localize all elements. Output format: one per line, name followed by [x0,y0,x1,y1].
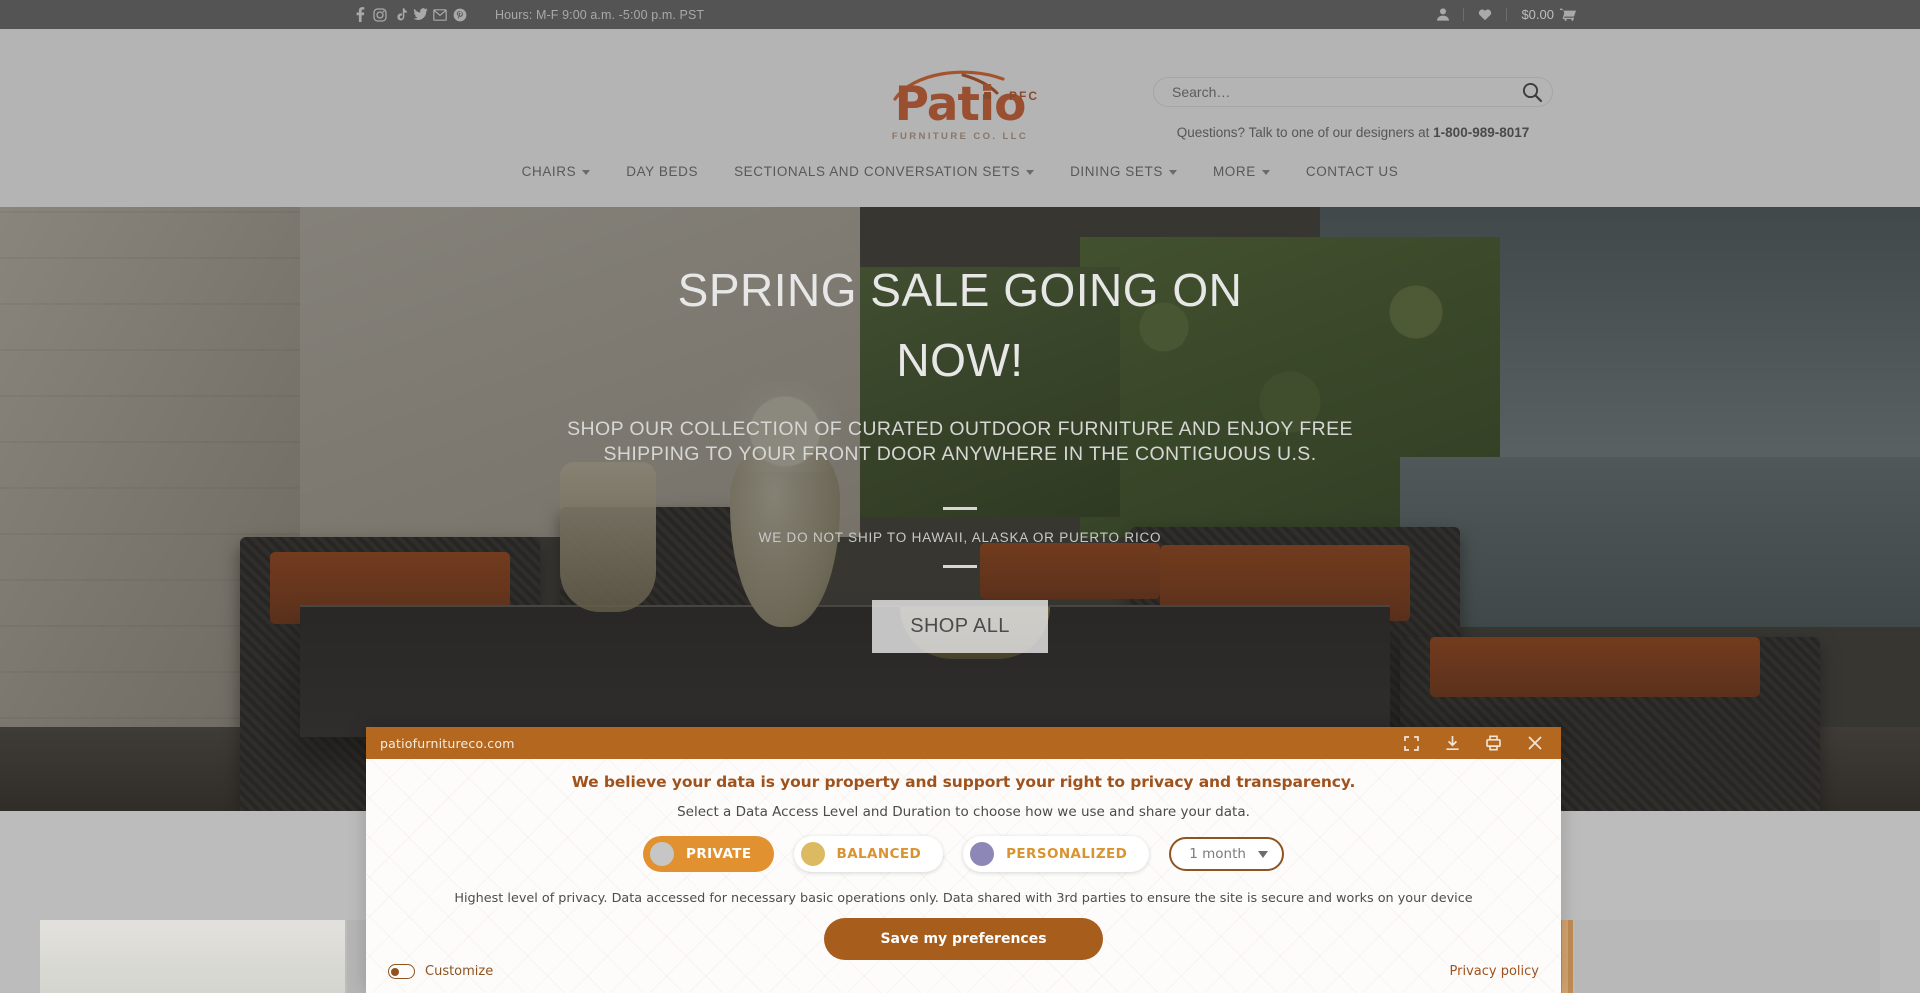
cart-total: $0.00 [1521,7,1554,22]
nav-item-more[interactable]: MORE [1195,164,1288,179]
logo-subtitle: FURNITURE CO. LLC [891,131,1029,142]
hero-banner: SPRING SALE GOING ON NOW! SHOP OUR COLLE… [0,207,1920,811]
shop-all-button[interactable]: SHOP ALL [872,600,1048,653]
topbar-right-group: $0.00 [1423,0,1590,29]
level-label: PERSONALIZED [1006,846,1128,862]
nav-label: CHAIRS [521,164,577,179]
facebook-icon[interactable] [350,7,370,23]
level-option-balanced[interactable]: BALANCED [793,836,944,872]
nav-label: DAY BEDS [626,164,699,179]
toggle-switch-icon[interactable] [388,964,415,979]
dialog-body: We believe your data is your property an… [366,759,1561,993]
nav-item-contact-us[interactable]: CONTACT US [1288,164,1417,179]
logo-square-icon [984,92,991,99]
dialog-header: patiofurnitureco.com [366,727,1561,759]
dialog-footer: Customize Privacy policy [366,964,1561,979]
level-option-private[interactable]: PRIVATE [643,836,774,872]
privacy-policy-link[interactable]: Privacy policy [1450,964,1539,979]
account-icon[interactable] [1423,8,1463,21]
main-navigation: CHAIRS DAY BEDS SECTIONALS AND CONVERSAT… [0,164,1920,179]
product-tile[interactable] [40,920,345,993]
level-dot-icon [800,842,825,866]
search-container [1153,77,1553,107]
nav-item-dining-sets[interactable]: DINING SETS [1052,164,1195,179]
designer-phone-number[interactable]: 1-800-989-8017 [1433,125,1529,140]
hero-shipping-note: WE DO NOT SHIP TO HAWAII, ALASKA OR PUER… [758,530,1162,545]
designer-phone-prefix: Questions? Talk to one of our designers … [1176,125,1434,140]
level-label: BALANCED [836,846,922,862]
level-label: PRIVATE [686,846,752,862]
dialog-title: We believe your data is your property an… [571,773,1356,791]
tiktok-icon[interactable] [390,7,410,23]
store-hours: Hours: M-F 9:00 a.m. -5:00 p.m. PST [495,7,705,22]
dialog-content: We believe your data is your property an… [366,759,1561,960]
search-icon[interactable] [1521,81,1543,103]
print-icon[interactable] [1486,735,1501,751]
chevron-down-icon [1026,170,1035,175]
fullscreen-icon[interactable] [1404,735,1419,751]
hero-heading: SPRING SALE GOING ON NOW! [677,264,1243,386]
nav-label: MORE [1212,164,1256,179]
customize-toggle[interactable]: Customize [388,964,493,979]
chevron-down-icon [1168,170,1177,175]
site-header: Patio PFC FURNITURE CO. LLC Questions? T… [0,29,1920,207]
download-icon[interactable] [1445,735,1460,751]
wishlist-heart-icon[interactable] [1464,8,1506,21]
divider-rule-top [943,507,977,510]
nav-label: CONTACT US [1305,164,1399,179]
pinterest-icon[interactable] [450,7,470,23]
instagram-icon[interactable] [370,7,390,23]
topbar-left-group: Hours: M-F 9:00 a.m. -5:00 p.m. PST [350,7,704,23]
nav-item-day-beds[interactable]: DAY BEDS [608,164,716,179]
duration-select[interactable]: 1 month [1169,837,1284,871]
level-dot-icon [970,842,995,866]
level-description: Highest level of privacy. Data accessed … [454,891,1473,906]
chevron-down-icon [1261,170,1270,175]
level-dot-icon [650,842,675,866]
hero-subheading: SHOP OUR COLLECTION OF CURATED OUTDOOR F… [567,418,1353,465]
product-tile[interactable] [1575,920,1880,993]
customize-label: Customize [425,964,494,979]
divider-rule-bottom [943,565,977,568]
dialog-header-actions [1404,735,1549,751]
logo-badge: PFC [1009,89,1039,103]
dialog-site-url: patiofurnitureco.com [380,735,515,751]
dialog-subtitle: Select a Data Access Level and Duration … [677,804,1250,820]
search-input[interactable] [1153,77,1553,107]
close-icon[interactable] [1527,735,1543,751]
nav-item-chairs[interactable]: CHAIRS [504,164,609,179]
site-logo[interactable]: Patio PFC FURNITURE CO. LLC [885,67,1037,145]
hero-content: SPRING SALE GOING ON NOW! SHOP OUR COLLE… [0,207,1920,811]
twitter-icon[interactable] [410,7,430,23]
cart-button[interactable]: $0.00 [1507,7,1590,22]
duration-value: 1 month [1189,846,1246,862]
chevron-down-icon [1257,850,1268,858]
nav-label: SECTIONALS AND CONVERSATION SETS [734,164,1021,179]
designer-phone-line: Questions? Talk to one of our designers … [1153,125,1553,140]
chevron-down-icon [582,170,591,175]
nav-item-sectionals[interactable]: SECTIONALS AND CONVERSATION SETS [716,164,1052,179]
email-icon[interactable] [430,7,450,23]
data-access-level-selector: PRIVATE BALANCED PERSONALIZED 1 month [366,836,1561,872]
level-option-personalized[interactable]: PERSONALIZED [963,836,1150,872]
nav-label: DINING SETS [1070,164,1163,179]
save-preferences-button[interactable]: Save my preferences [824,918,1103,960]
utility-topbar: Hours: M-F 9:00 a.m. -5:00 p.m. PST $0.0… [0,0,1920,29]
cookie-consent-dialog: patiofurnitureco.com We believe your dat… [366,727,1561,993]
